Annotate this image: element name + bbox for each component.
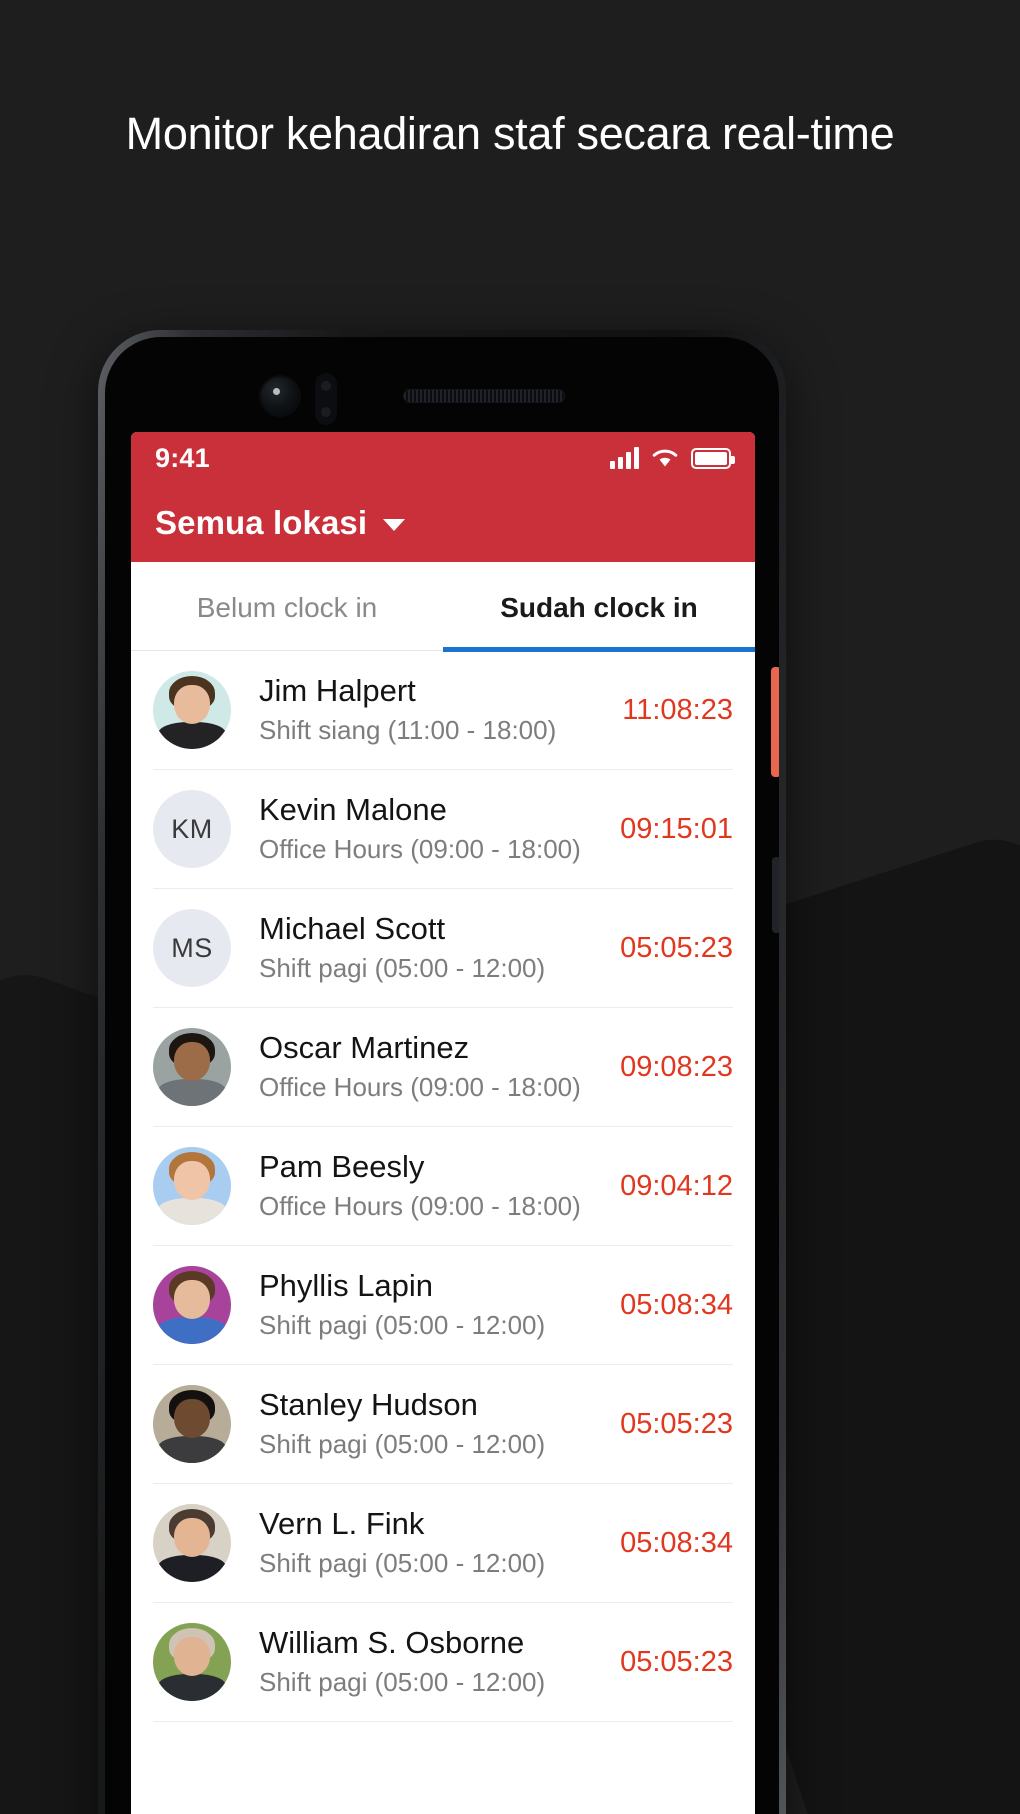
attendance-row[interactable]: Jim Halpert Shift siang (11:00 - 18:00) 11… bbox=[153, 651, 733, 770]
employee-shift: Shift pagi (05:00 - 12:00) bbox=[259, 1310, 546, 1340]
avatar-initials: KM bbox=[153, 790, 231, 868]
employee-shift: Office Hours (09:00 - 18:00) bbox=[259, 1191, 581, 1221]
avatar-photo bbox=[153, 1266, 231, 1344]
employee-name: Pam Beesly bbox=[259, 1149, 425, 1185]
avatar-photo bbox=[153, 671, 231, 749]
employee-info: Vern L. Fink Shift pagi (05:00 - 12:00) bbox=[231, 1505, 610, 1581]
earpiece-speaker-icon bbox=[403, 389, 565, 403]
avatar-photo bbox=[153, 1504, 231, 1582]
employee-info: Phyllis Lapin Shift pagi (05:00 - 12:00) bbox=[231, 1267, 610, 1343]
employee-shift: Shift pagi (05:00 - 12:00) bbox=[259, 1548, 546, 1578]
tab-belum-clock-in[interactable]: Belum clock in bbox=[131, 562, 443, 650]
attendance-row[interactable]: KM Kevin Malone Office Hours (09:00 - 18:0… bbox=[153, 770, 733, 889]
employee-info: Kevin Malone Office Hours (09:00 - 18:00) bbox=[231, 791, 610, 867]
employee-shift: Shift pagi (05:00 - 12:00) bbox=[259, 953, 546, 983]
page-title: Monitor kehadiran staf secara real-time bbox=[125, 108, 895, 159]
proximity-sensor-icon bbox=[315, 373, 337, 425]
employee-shift: Shift pagi (05:00 - 12:00) bbox=[259, 1429, 546, 1459]
status-bar-icons bbox=[610, 447, 735, 469]
app-bar: 9:41 Semua lokasi bbox=[131, 432, 755, 562]
screenshot-root: Monitor kehadiran staf secara real-time … bbox=[0, 0, 1020, 1814]
employee-info: Stanley Hudson Shift pagi (05:00 - 12:00) bbox=[231, 1386, 610, 1462]
attendance-row[interactable]: MS Michael Scott Shift pagi (05:00 - 12:00… bbox=[153, 889, 733, 1008]
clock-in-time: 09:15:01 bbox=[620, 812, 733, 845]
employee-name: Jim Halpert bbox=[259, 673, 416, 709]
avatar-photo bbox=[153, 1028, 231, 1106]
location-selector-label: Semua lokasi bbox=[155, 504, 368, 541]
tab-sudah-clock-in[interactable]: Sudah clock in bbox=[443, 562, 755, 652]
tab-bar: Belum clock in Sudah clock in bbox=[131, 562, 755, 652]
employee-name: Michael Scott bbox=[259, 911, 446, 947]
employee-name: Kevin Malone bbox=[259, 792, 447, 828]
avatar-initials-label: KM bbox=[171, 813, 213, 844]
employee-info: Pam Beesly Office Hours (09:00 - 18:00) bbox=[231, 1148, 610, 1224]
clock-in-time: 05:05:23 bbox=[620, 1645, 733, 1678]
attendance-row[interactable]: Oscar Martinez Office Hours (09:00 - 18:0… bbox=[153, 1008, 733, 1127]
volume-button[interactable] bbox=[772, 857, 779, 933]
attendance-row[interactable]: William S. Osborne Shift pagi (05:00 - 12… bbox=[153, 1603, 733, 1722]
employee-shift: Office Hours (09:00 - 18:00) bbox=[259, 834, 581, 864]
power-button[interactable] bbox=[771, 667, 779, 777]
phone-mockup: 9:41 Semua lokasi Belum clock in Sudah c… bbox=[98, 330, 786, 1814]
front-camera-icon bbox=[261, 377, 299, 415]
status-bar: 9:41 bbox=[131, 432, 755, 484]
employee-shift: Shift siang (11:00 - 18:00) bbox=[259, 715, 557, 745]
employee-name: Stanley Hudson bbox=[259, 1387, 478, 1423]
battery-icon bbox=[691, 447, 735, 469]
avatar-photo bbox=[153, 1147, 231, 1225]
employee-shift: Shift pagi (05:00 - 12:00) bbox=[259, 1667, 546, 1697]
attendance-row[interactable]: Stanley Hudson Shift pagi (05:00 - 12:00)… bbox=[153, 1365, 733, 1484]
employee-shift: Office Hours (09:00 - 18:00) bbox=[259, 1072, 581, 1102]
chevron-down-icon[interactable] bbox=[383, 519, 406, 531]
employee-info: William S. Osborne Shift pagi (05:00 - 12… bbox=[231, 1624, 610, 1700]
clock-in-time: 11:08:23 bbox=[622, 693, 733, 726]
attendance-row[interactable]: Pam Beesly Office Hours (09:00 - 18:00) 09… bbox=[153, 1127, 733, 1246]
avatar-photo bbox=[153, 1623, 231, 1701]
clock-in-time: 05:05:23 bbox=[620, 1407, 733, 1440]
avatar-initials: MS bbox=[153, 909, 231, 987]
clock-in-time: 05:08:34 bbox=[620, 1526, 733, 1559]
cellular-signal-icon bbox=[610, 447, 639, 469]
clock-in-time: 05:05:23 bbox=[620, 931, 733, 964]
avatar-initials-label: MS bbox=[171, 932, 213, 963]
wifi-icon bbox=[652, 449, 678, 467]
employee-name: Phyllis Lapin bbox=[259, 1268, 434, 1304]
clock-in-time: 09:04:12 bbox=[620, 1169, 733, 1202]
employee-info: Michael Scott Shift pagi (05:00 - 12:00) bbox=[231, 910, 610, 986]
phone-screen: 9:41 Semua lokasi Belum clock in Sudah c… bbox=[131, 432, 755, 1814]
status-bar-clock: 9:41 bbox=[155, 442, 210, 473]
employee-name: Oscar Martinez bbox=[259, 1030, 470, 1066]
location-selector[interactable]: Semua lokasi bbox=[131, 484, 755, 562]
attendance-row[interactable]: Vern L. Fink Shift pagi (05:00 - 12:00) 05… bbox=[153, 1484, 733, 1603]
attendance-list: Jim Halpert Shift siang (11:00 - 18:00) 11… bbox=[131, 651, 755, 1722]
clock-in-time: 09:08:23 bbox=[620, 1050, 733, 1083]
avatar-photo bbox=[153, 1385, 231, 1463]
employee-name: William S. Osborne bbox=[259, 1625, 525, 1661]
clock-in-time: 05:08:34 bbox=[620, 1288, 733, 1321]
phone-bezel: 9:41 Semua lokasi Belum clock in Sudah c… bbox=[105, 337, 779, 1814]
employee-info: Jim Halpert Shift siang (11:00 - 18:00) bbox=[231, 672, 612, 748]
employee-info: Oscar Martinez Office Hours (09:00 - 18:0… bbox=[231, 1029, 610, 1105]
attendance-row[interactable]: Phyllis Lapin Shift pagi (05:00 - 12:00) 0… bbox=[153, 1246, 733, 1365]
employee-name: Vern L. Fink bbox=[259, 1506, 425, 1542]
